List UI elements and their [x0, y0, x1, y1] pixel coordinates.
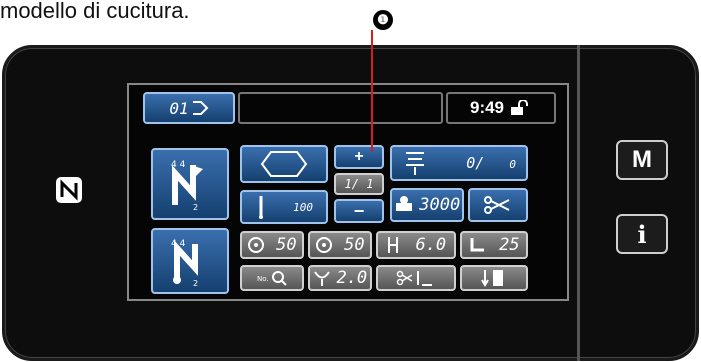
info-label: i	[637, 219, 647, 249]
scissors-icon	[484, 196, 510, 214]
thread-length-button[interactable]: 2.0	[308, 265, 372, 291]
pitch-icon	[387, 237, 398, 253]
tension-left-button[interactable]: 50	[240, 231, 304, 259]
thread-trim-button[interactable]	[468, 188, 528, 222]
n-stitch-icon: 4 4 2	[171, 239, 198, 288]
hexagon-icon	[260, 151, 308, 177]
svg-text:No.: No.	[257, 275, 269, 283]
mode-label: M	[632, 146, 652, 173]
callout-number: ❶	[377, 12, 389, 27]
sewing-shape-button[interactable]: 4 4 2	[151, 228, 229, 294]
message-area	[238, 92, 443, 124]
needle-value: 100	[293, 200, 313, 214]
status-area: 9:49	[446, 92, 556, 124]
plus-label: +	[354, 148, 364, 165]
tension-right-value: 50	[344, 235, 365, 255]
callout-marker: ❶	[373, 10, 393, 30]
plus-button[interactable]: +	[334, 145, 384, 169]
nfc-icon	[54, 175, 84, 205]
unlock-icon	[511, 100, 529, 115]
pitch-button[interactable]: 6.0	[376, 231, 456, 259]
callout-line	[371, 30, 373, 152]
pattern-number-button[interactable]: 01	[143, 92, 235, 124]
tension-left-value: 50	[276, 235, 297, 255]
stitch-count-label: 1/ 1	[344, 177, 374, 191]
mode-button[interactable]: M	[616, 140, 668, 180]
svg-text:2: 2	[193, 203, 198, 212]
clock-time: 9:49	[469, 98, 505, 117]
needle-icon	[259, 196, 264, 219]
reverse-stitch-icon: 4 4 2	[171, 160, 203, 212]
tension-right-button[interactable]: 50	[308, 231, 372, 259]
svg-text:2: 2	[193, 279, 198, 288]
speed-button[interactable]: 3000	[390, 188, 464, 222]
sewing-mode-button[interactable]: 4 4 2	[151, 148, 229, 220]
pattern-search-button[interactable]: No.	[240, 265, 304, 291]
needle-button[interactable]: 100	[240, 190, 328, 224]
minus-button[interactable]: −	[334, 199, 384, 223]
search-icon: No.	[257, 271, 287, 286]
speed-icon	[395, 196, 412, 211]
length-button[interactable]: 25	[460, 231, 528, 259]
counter-value: 0/	[466, 154, 485, 172]
counter-value-2: 0	[509, 158, 516, 171]
speed-value: 3000	[419, 195, 461, 215]
pattern-arrow-icon	[192, 101, 209, 115]
presser-foot-button[interactable]	[460, 265, 528, 291]
trim-position-button[interactable]	[376, 265, 456, 291]
thread-value: 2.0	[336, 268, 368, 288]
tension-right-icon	[316, 237, 333, 253]
minus-label: −	[353, 200, 365, 221]
length-value: 25	[499, 235, 520, 255]
panel-divider	[577, 45, 580, 361]
shape-select-button[interactable]	[240, 145, 328, 183]
counter-icon	[406, 152, 424, 175]
length-icon	[470, 238, 485, 252]
pattern-number: 01	[169, 98, 189, 118]
info-button[interactable]: i	[616, 214, 668, 254]
counter-button[interactable]: 0/ 0	[390, 145, 528, 181]
thread-icon	[313, 271, 330, 286]
stitch-count-button[interactable]: 1/ 1	[334, 173, 384, 195]
tension-left-icon	[248, 237, 265, 253]
trim-position-icon	[396, 270, 432, 286]
caption-text: modello di cucitura.	[0, 0, 190, 23]
pitch-value: 6.0	[415, 235, 447, 255]
presser-foot-icon	[481, 270, 503, 287]
